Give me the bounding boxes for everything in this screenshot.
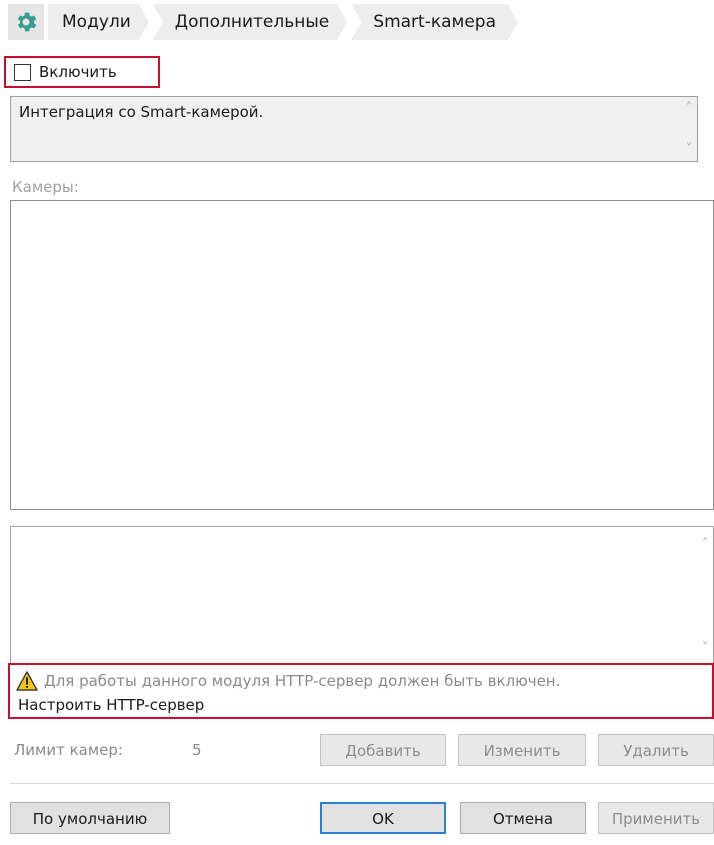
- ok-button[interactable]: OK: [320, 802, 446, 834]
- cancel-button[interactable]: Отмена: [460, 802, 586, 834]
- scroll-up-icon[interactable]: ˄: [686, 101, 693, 116]
- details-textarea[interactable]: ˄ ˅: [10, 526, 714, 663]
- breadcrumb: Модули Дополнительные Smart-камера: [8, 0, 712, 44]
- edit-camera-button[interactable]: Изменить: [458, 734, 586, 766]
- cameras-label: Камеры:: [12, 178, 79, 196]
- separator: [10, 783, 714, 784]
- defaults-button[interactable]: По умолчанию: [10, 802, 170, 834]
- breadcrumb-item-additional[interactable]: Дополнительные: [153, 4, 347, 40]
- add-camera-button[interactable]: Добавить: [320, 734, 446, 766]
- description-text: Интеграция со Smart-камерой.: [19, 103, 264, 121]
- module-description: Интеграция со Smart-камерой. ˄ ˅: [10, 96, 698, 162]
- camera-limit-value: 5: [192, 741, 202, 759]
- scroll-down-icon[interactable]: ˅: [702, 641, 709, 656]
- warning-icon: [16, 671, 38, 691]
- breadcrumb-item-smart-camera: Smart-камера: [351, 4, 518, 40]
- details-scrollbar[interactable]: ˄ ˅: [697, 533, 713, 660]
- warning-text: Для работы данного модуля HTTP-сервер до…: [44, 672, 561, 690]
- camera-limit-label: Лимит камер:: [14, 741, 123, 759]
- enable-checkbox[interactable]: Включить: [4, 56, 160, 88]
- configure-http-server-link[interactable]: Настроить HTTP-сервер: [16, 693, 712, 717]
- http-warning: Для работы данного модуля HTTP-сервер до…: [8, 663, 714, 719]
- scroll-down-icon[interactable]: ˅: [686, 142, 693, 157]
- checkbox-square[interactable]: [14, 63, 31, 81]
- cameras-list[interactable]: [10, 200, 714, 510]
- scroll-up-icon[interactable]: ˄: [702, 537, 709, 552]
- apply-button[interactable]: Применить: [598, 802, 714, 834]
- breadcrumb-item-modules[interactable]: Модули: [48, 4, 149, 40]
- delete-camera-button[interactable]: Удалить: [598, 734, 714, 766]
- enable-label: Включить: [39, 63, 117, 81]
- gear-icon[interactable]: [8, 4, 44, 40]
- description-scrollbar[interactable]: ˄ ˅: [681, 97, 697, 161]
